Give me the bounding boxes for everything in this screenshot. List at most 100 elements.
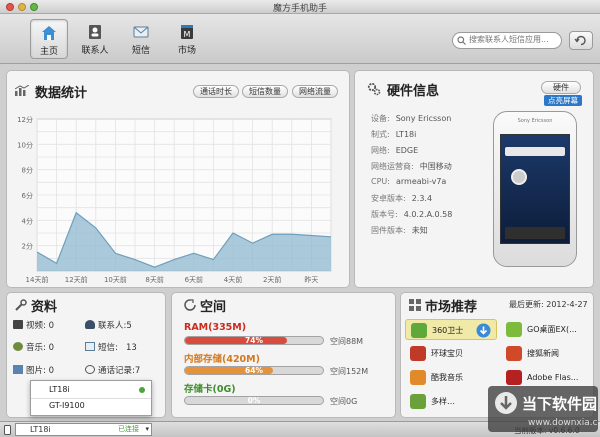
app-adobe-flash-icon bbox=[506, 370, 522, 385]
toolbar: 主页 联系人 短信 M 市场 bbox=[0, 14, 600, 64]
window-title: 魔方手机助手 bbox=[272, 4, 327, 14]
contacts-icon bbox=[89, 25, 101, 39]
data-title: 资料 bbox=[31, 300, 58, 315]
chart-x-tick-label: 8天前 bbox=[145, 275, 163, 284]
data-call-log[interactable]: 通话记录:7 bbox=[85, 364, 140, 376]
picture-icon bbox=[13, 365, 23, 374]
ram-free: 空间88M bbox=[330, 337, 364, 346]
phone-brand: Sony Ericsson bbox=[517, 118, 553, 124]
device-option-gt-i9100[interactable]: GT-I9100 bbox=[31, 398, 151, 413]
chart-y-tick-label: 12分 bbox=[17, 115, 33, 124]
stats-icon bbox=[15, 85, 29, 96]
tab-sms-count[interactable]: 短信数量 bbox=[242, 85, 288, 98]
svg-text:当下软件园: 当下软件园 bbox=[522, 395, 597, 413]
nav-market-button[interactable]: M 市场 bbox=[168, 19, 206, 59]
nav-home-label: 主页 bbox=[39, 47, 58, 57]
app-card-sohu-news[interactable]: 搜狐新闻 bbox=[501, 343, 593, 364]
device-option-lt18i[interactable]: LT18i bbox=[31, 383, 151, 398]
call-log-icon bbox=[85, 365, 95, 374]
phone-search-widget bbox=[505, 147, 565, 156]
title-bar: 魔方手机助手 bbox=[0, 0, 600, 14]
message-icon bbox=[133, 26, 149, 38]
device-status: 已连接 bbox=[118, 425, 139, 433]
hardware-panel: 硬件信息 硬件 点亮屏幕 设备: Sony Ericsson 制式: LT18i 网… bbox=[354, 70, 594, 288]
music-icon bbox=[13, 342, 23, 351]
contact-person-icon bbox=[85, 320, 95, 329]
app-card-kuwo-music[interactable]: 酷我音乐 bbox=[405, 367, 497, 388]
nav-home-button[interactable]: 主页 bbox=[30, 19, 68, 59]
nav-messages-button[interactable]: 短信 bbox=[122, 19, 160, 59]
app-kuwo-music-icon bbox=[410, 370, 426, 385]
space-title: 空间 bbox=[200, 300, 227, 315]
app-global-baby-icon bbox=[410, 346, 426, 361]
search-input[interactable] bbox=[469, 35, 559, 44]
device-dropdown: LT18i GT-I9100 bbox=[30, 380, 152, 416]
phone-screen bbox=[500, 134, 570, 244]
ram-usage-percent: 74% bbox=[245, 336, 263, 345]
internal-storage-free: 空间152M bbox=[330, 367, 369, 376]
phone-icon bbox=[4, 425, 11, 435]
app-card-adobe-flash[interactable]: Adobe Flas... bbox=[501, 367, 593, 388]
sd-card-free: 空间0G bbox=[330, 397, 358, 406]
tools-icon bbox=[15, 299, 27, 311]
data-pictures[interactable]: 图片: 0 bbox=[13, 364, 54, 376]
refresh-button[interactable] bbox=[569, 31, 593, 50]
phone-dock bbox=[505, 227, 565, 239]
app-card-go-launcher[interactable]: GO桌面EX(... bbox=[501, 319, 593, 340]
chart-x-tick-label: 2天前 bbox=[263, 275, 281, 284]
hw-build-row: 版本号: 4.0.2.A.0.58 bbox=[371, 210, 453, 219]
tab-call-duration[interactable]: 通话时长 bbox=[193, 85, 239, 98]
refresh-icon bbox=[574, 35, 586, 46]
wake-screen-tooltip[interactable]: 点亮屏幕 bbox=[544, 95, 582, 106]
phone-clock-widget bbox=[511, 169, 527, 185]
hw-cpu-row: CPU: armeabi-v7a bbox=[371, 177, 447, 186]
stats-panel: 数据统计 通话时长 短信数量 网络流量 2分 4分 6分 8分 10分 12分 14天前 12… bbox=[6, 70, 350, 288]
market-title: 市场推荐 bbox=[425, 300, 478, 315]
chart-y-tick-label: 8分 bbox=[22, 166, 33, 175]
chart-x-tick-label: 12天前 bbox=[65, 275, 88, 284]
device-selector[interactable]: LT18i 已连接 ▾ bbox=[15, 423, 152, 436]
chevron-down-icon[interactable]: ▾ bbox=[145, 424, 149, 435]
sms-icon bbox=[85, 342, 95, 351]
hw-device-row: 设备: Sony Ericsson bbox=[371, 114, 452, 123]
data-music[interactable]: 音乐: 0 bbox=[13, 341, 54, 353]
app-card-global-baby[interactable]: 环球宝贝 bbox=[405, 343, 497, 364]
phone-image[interactable]: Sony Ericsson bbox=[493, 111, 577, 267]
svg-text:M: M bbox=[184, 30, 191, 39]
nav-messages-label: 短信 bbox=[131, 46, 150, 56]
hardware-button[interactable]: 硬件 bbox=[541, 81, 581, 94]
chart-x-tick-label: 6天前 bbox=[185, 275, 203, 284]
home-icon bbox=[42, 26, 56, 40]
market-updated: 最后更新: 2012-4-27 bbox=[509, 300, 588, 309]
chart-x-tick-label: 4天前 bbox=[224, 275, 242, 284]
watermark-logo: 当下软件园 www.downxia.com bbox=[488, 386, 598, 432]
stats-chart: 2分 4分 6分 8分 10分 12分 14天前 12天前 10天前 8天前 6天前 4天前 2天前 昨天 bbox=[17, 115, 332, 284]
tab-network-traffic[interactable]: 网络流量 bbox=[292, 85, 338, 98]
ram-label: RAM(335M) bbox=[184, 322, 247, 333]
data-videos[interactable]: 视频: 0 bbox=[13, 319, 54, 331]
sd-card-label: 存储卡(0G) bbox=[184, 384, 236, 395]
connected-dot-icon bbox=[139, 387, 145, 393]
chart-y-tick-label: 6分 bbox=[22, 191, 33, 200]
app-card-more[interactable]: 多样… bbox=[405, 391, 497, 412]
download-icon[interactable] bbox=[476, 323, 491, 338]
hw-firmware-row: 固件版本: 未知 bbox=[371, 226, 428, 235]
search-box[interactable] bbox=[452, 32, 562, 49]
internal-storage-bar: 64% bbox=[184, 366, 324, 375]
hw-network-row: 网络: EDGE bbox=[371, 146, 419, 155]
nav-contacts-button[interactable]: 联系人 bbox=[76, 19, 114, 59]
chart-y-tick-label: 2分 bbox=[22, 242, 33, 251]
data-sms[interactable]: 短信: 13 bbox=[85, 341, 137, 353]
svg-text:www.downxia.com: www.downxia.com bbox=[528, 418, 598, 428]
app-card-360[interactable]: 360卫士 bbox=[405, 319, 497, 340]
chart-x-tick-label: 10天前 bbox=[104, 275, 127, 284]
chart-x-tick-label: 昨天 bbox=[304, 275, 318, 284]
data-contacts[interactable]: 联系人:5 bbox=[85, 319, 132, 331]
video-icon bbox=[13, 320, 23, 329]
internal-storage-percent: 64% bbox=[245, 366, 263, 375]
hw-android-row: 安卓版本: 2.3.4 bbox=[371, 194, 433, 203]
space-icon bbox=[184, 299, 196, 311]
market-icon: M bbox=[181, 25, 193, 39]
chart-x-tick-label: 14天前 bbox=[26, 275, 49, 284]
sd-card-bar: 0% bbox=[184, 396, 324, 405]
